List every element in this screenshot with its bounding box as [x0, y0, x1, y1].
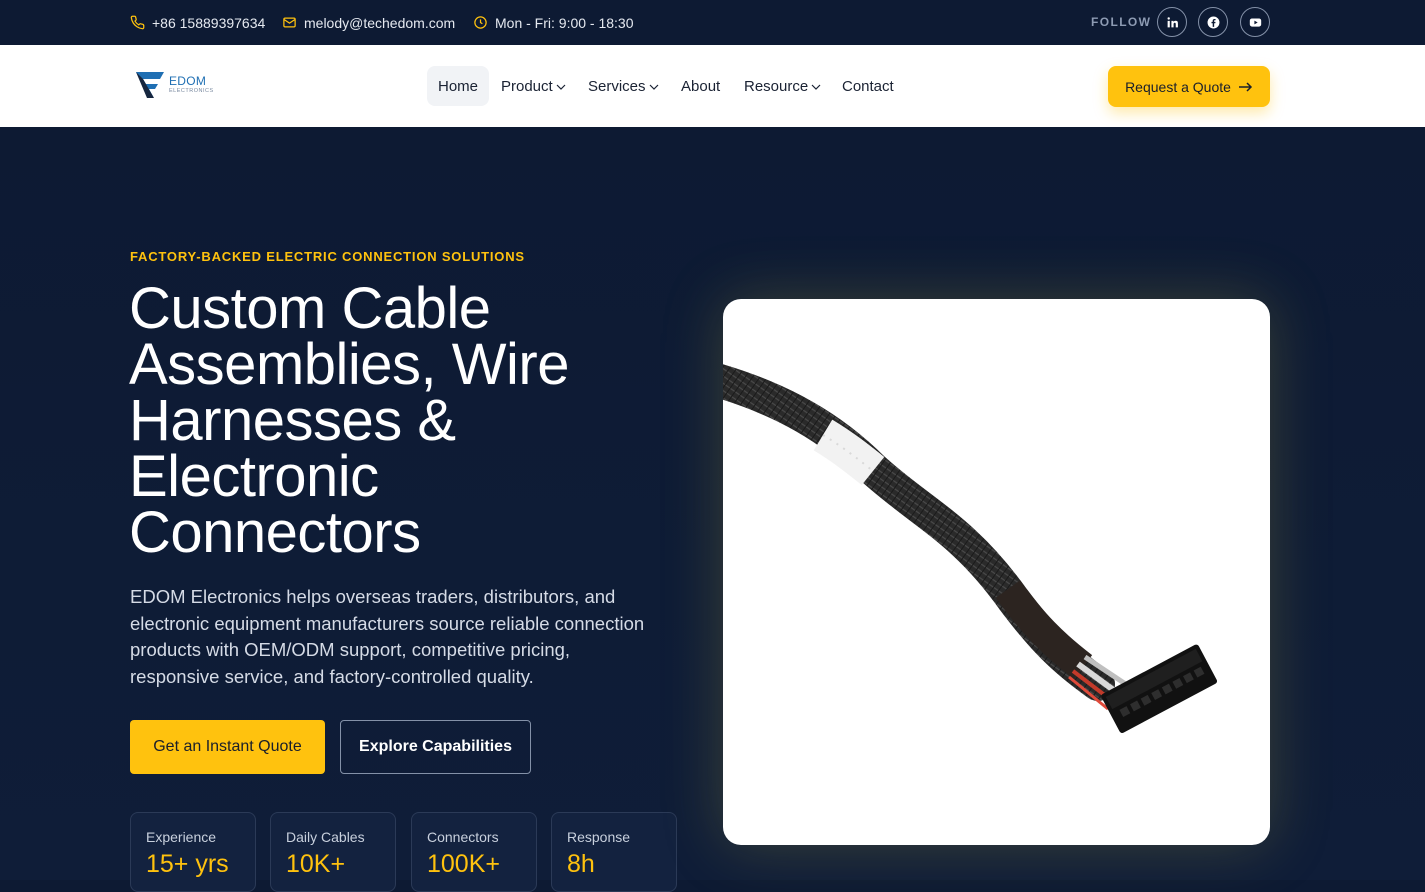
nav-resource-label: Resource [744, 77, 809, 95]
edom-logo-mark-icon [136, 72, 164, 98]
hero-description: EDOM Electronics helps overseas traders,… [130, 586, 645, 687]
stat-label: Connectors [427, 829, 499, 845]
chevron-down-icon [811, 84, 821, 90]
product-image-card [723, 299, 1270, 845]
youtube-icon [1249, 17, 1261, 27]
stat-label: Response [567, 829, 631, 845]
nav-home[interactable]: Home [427, 66, 490, 106]
mail-icon [283, 17, 296, 28]
hero-section: FACTORY-BACKED ELECTRIC CONNECTION SOLUT… [0, 127, 1425, 892]
stat-card-daily-cables: Daily Cables 10K+ [270, 812, 396, 892]
linkedin-link[interactable] [1157, 7, 1187, 37]
hero-title-line: Harnesses & [129, 388, 456, 453]
hero-title: Custom Cable Assemblies, Wire Harnesses … [129, 276, 669, 565]
business-hours: Mon - Fri: 9:00 - 18:30 [473, 0, 634, 45]
nav-about-label: About [681, 77, 721, 95]
edom-logo[interactable]: EDOM ELECTRONICS [134, 68, 224, 104]
stat-value: 10K+ [286, 850, 346, 878]
stat-card-response: Response 8h [551, 812, 677, 892]
facebook-icon [1207, 16, 1219, 28]
chevron-down-icon [649, 84, 658, 90]
nav-about[interactable]: About [681, 66, 720, 106]
phone-contact[interactable]: +86 15889397634 [130, 0, 265, 45]
request-quote-button[interactable]: Request a Quote [1108, 66, 1270, 107]
nav-product-label: Product [501, 77, 553, 95]
hero-title-line: Assemblies, Wire [129, 332, 569, 397]
arrow-right-icon [1238, 81, 1252, 92]
hours-text: Mon - Fri: 9:00 - 18:30 [495, 14, 634, 31]
facebook-link[interactable] [1198, 7, 1228, 37]
nav-contact-label: Contact [842, 77, 894, 95]
clock-icon [474, 16, 487, 29]
email-address: melody@techedom.com [304, 14, 456, 31]
hero-title-line: Connectors [129, 500, 421, 565]
hero-title-line: Electronic [129, 444, 379, 509]
email-contact[interactable]: melody@techedom.com [282, 0, 455, 45]
stat-label: Daily Cables [286, 829, 365, 845]
request-quote-label: Request a Quote [1125, 78, 1231, 95]
hero-eyebrow: FACTORY-BACKED ELECTRIC CONNECTION SOLUT… [130, 249, 525, 264]
phone-number: +86 15889397634 [152, 14, 266, 31]
nav-product[interactable]: Product [501, 66, 566, 106]
youtube-link[interactable] [1240, 7, 1270, 37]
nav-resource[interactable]: Resource [744, 66, 821, 106]
main-nav: EDOM ELECTRONICS Home Product Services A… [0, 45, 1425, 127]
stat-label: Experience [146, 829, 217, 845]
cable-harness-image [723, 364, 1218, 733]
stat-value: 8h [567, 850, 595, 878]
nav-home-label: Home [438, 77, 479, 95]
chevron-down-icon [556, 84, 566, 90]
phone-icon [130, 15, 145, 30]
nav-services[interactable]: Services [588, 66, 659, 106]
stat-card-experience: Experience 15+ yrs [130, 812, 256, 892]
top-bar: +86 15889397634 melody@techedom.com Mon … [0, 0, 1425, 45]
logo-wordmark: EDOM [169, 74, 207, 88]
linkedin-icon [1167, 16, 1178, 27]
instant-quote-button[interactable]: Get an Instant Quote [130, 720, 325, 774]
hero-title-line: Custom Cable [129, 276, 491, 341]
stat-card-connectors: Connectors 100K+ [411, 812, 537, 892]
nav-contact[interactable]: Contact [842, 66, 894, 106]
explore-capabilities-button[interactable]: Explore Capabilities [340, 720, 531, 774]
logo-subtitle: ELECTRONICS [169, 88, 214, 94]
follow-label: FOLLOW [1091, 15, 1152, 29]
stat-value: 15+ yrs [146, 850, 229, 878]
nav-services-label: Services [588, 77, 646, 95]
stat-value: 100K+ [427, 850, 500, 878]
